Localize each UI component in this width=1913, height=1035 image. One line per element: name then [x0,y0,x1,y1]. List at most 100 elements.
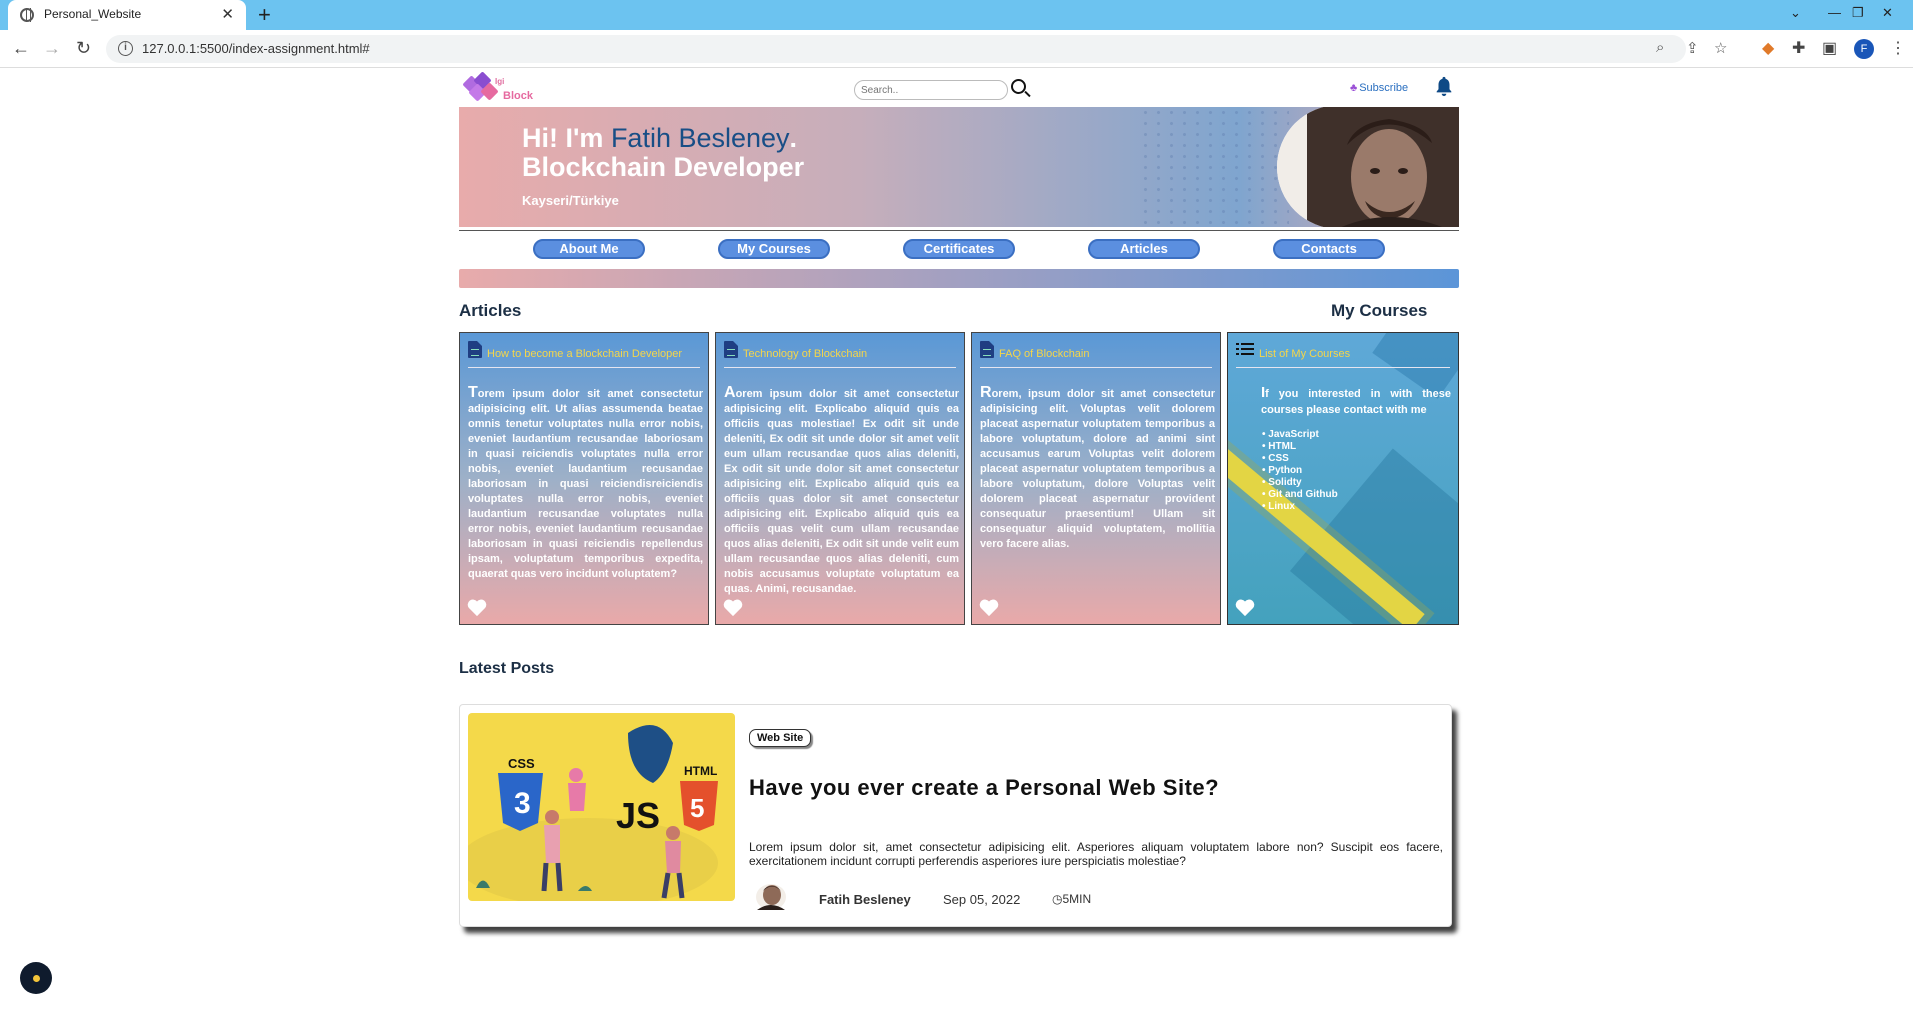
new-tab-button[interactable]: + [258,2,271,28]
nav-contacts[interactable]: Contacts [1273,239,1385,259]
card-divider [724,367,956,368]
search-icon[interactable] [1011,79,1026,94]
profile-photo [1277,107,1459,227]
browser-menu-icon[interactable]: ⋮ [1890,38,1906,58]
dark-mode-toggle[interactable] [20,962,52,994]
site-info-icon[interactable]: i [118,41,133,56]
tab-close-icon[interactable]: ✕ [221,5,234,23]
browser-tab-bar: Personal_Website ✕ + ⌄ — ❐ ✕ [0,0,1913,30]
courses-heading: My Courses [1331,301,1428,320]
address-bar[interactable]: i 127.0.0.1:5500/index-assignment.html# … [106,35,1727,63]
post-excerpt: Lorem ipsum dolor sit, amet consectetur … [749,840,1443,868]
tab-title: Personal_Website [44,7,142,21]
web-page: Igi Block ♣Subscribe Hi! I'm Fatih Besle… [0,68,1913,1035]
heart-icon[interactable] [1234,597,1256,617]
back-arrow-icon[interactable]: ← [12,38,30,59]
document-icon [724,341,738,358]
card-divider [1236,367,1450,368]
article-title[interactable]: Technology of Blockchain [743,348,867,360]
article-card[interactable]: Technology of Blockchain Aorem ipsum dol… [715,332,965,625]
drop-cap: T [468,384,478,401]
side-panel-icon[interactable]: ▣ [1822,38,1837,58]
article-body: Rorem, ipsum dolor sit amet consectetur … [980,385,1215,552]
article-body: Aorem ipsum dolor sit amet consectetur a… [724,385,959,597]
courses-card-title[interactable]: List of My Courses [1259,348,1350,360]
bookmark-star-icon[interactable]: ☆ [1714,39,1727,57]
profile-avatar[interactable]: F [1854,39,1874,59]
card-divider [468,367,700,368]
tab-search-chevron-icon[interactable]: ⌄ [1790,5,1801,21]
window-close-icon[interactable]: ✕ [1882,5,1893,21]
subscribe-star-icon: ♣ [1350,82,1358,94]
heart-icon[interactable] [978,597,1000,617]
greeting-text: Hi! I'm [522,123,604,153]
read-time: ◷5MIN [1052,892,1091,906]
metamask-extension-icon[interactable]: ◆ [1762,38,1774,58]
courses-intro: If you interested in with these courses … [1261,385,1451,418]
list-icon [1236,343,1254,355]
restore-icon[interactable]: ❐ [1852,5,1864,21]
header-divider [459,230,1459,231]
hero-pattern [1139,107,1289,227]
nav-articles[interactable]: Articles [1088,239,1200,259]
css-logo-label: CSS [508,756,535,771]
heart-icon[interactable] [466,597,488,617]
post-tag[interactable]: Web Site [749,729,812,747]
forward-arrow-icon[interactable]: → [43,38,61,59]
articles-heading: Articles [459,301,522,320]
article-card[interactable]: FAQ of Blockchain Rorem, ipsum dolor sit… [971,332,1221,625]
course-item: CSS [1262,453,1338,465]
logo-small-text: Igi [495,77,505,86]
course-item: Python [1262,465,1338,477]
article-text: orem ipsum dolor sit amet consectetur ad… [468,388,703,580]
svg-text:5: 5 [690,793,704,823]
article-card[interactable]: How to become a Blockchain Developer Tor… [459,332,709,625]
course-item: Linux [1262,501,1338,513]
hero-name: Fatih Besleney [610,123,790,153]
courses-card[interactable]: List of My Courses If you interested in … [1227,332,1459,625]
zoom-icon[interactable]: ⌕ [1656,39,1664,56]
article-title[interactable]: FAQ of Blockchain [999,348,1090,360]
nav-certificates[interactable]: Certificates [903,239,1015,259]
read-time-text: 5MIN [1062,892,1092,906]
js-logo-label: JS [616,795,660,836]
heart-icon[interactable] [722,597,744,617]
intro-text: f you interested in with these courses p… [1261,388,1451,416]
gradient-divider [459,269,1459,288]
drop-cap: R [980,384,992,401]
card-divider [980,367,1212,368]
post-title[interactable]: Have you ever create a Personal Web Site… [749,775,1219,801]
globe-icon [20,8,34,22]
document-icon [980,341,994,358]
share-icon[interactable]: ⇪ [1686,39,1699,57]
article-text: orem, ipsum dolor sit amet consectetur a… [980,388,1215,550]
article-title[interactable]: How to become a Blockchain Developer [487,348,682,360]
drop-cap: A [724,384,736,401]
hero-greeting: Hi! I'm Fatih Besleney. [522,123,797,153]
minimize-icon[interactable]: — [1828,5,1841,20]
browser-toolbar: ← → ↻ i 127.0.0.1:5500/index-assignment.… [0,30,1913,68]
clock-icon: ◷ [1052,892,1063,906]
courses-list: JavaScript HTML CSS Python Solidty Git a… [1262,429,1338,513]
nav-about-me[interactable]: About Me [533,239,645,259]
logo-text: Block [503,90,533,102]
article-text: orem ipsum dolor sit amet consectetur ad… [724,388,959,595]
latest-posts-heading: Latest Posts [459,660,555,677]
search-input[interactable] [854,80,1008,100]
post-date: Sep 05, 2022 [943,892,1021,907]
subscribe-link[interactable]: ♣ Subscribe [1350,82,1408,94]
extensions-puzzle-icon[interactable]: ✚ [1792,38,1805,58]
html-logo-label: HTML [684,764,717,778]
hero-location: Kayseri/Türkiye [522,193,619,208]
post-author[interactable]: Fatih Besleney [819,892,911,907]
url-text[interactable]: 127.0.0.1:5500/index-assignment.html# [142,41,370,56]
svg-text:3: 3 [514,787,531,820]
browser-tab[interactable]: Personal_Website ✕ [8,0,246,30]
course-item: JavaScript [1262,429,1338,441]
reload-icon[interactable]: ↻ [76,38,91,59]
site-logo[interactable]: Igi Block [461,71,541,106]
course-item: Solidty [1262,477,1338,489]
post-card[interactable]: CSS 3 HTML 5 JS Web Site Have you ever c… [459,704,1452,927]
notification-bell-icon[interactable] [1433,75,1455,97]
nav-my-courses[interactable]: My Courses [718,239,830,259]
